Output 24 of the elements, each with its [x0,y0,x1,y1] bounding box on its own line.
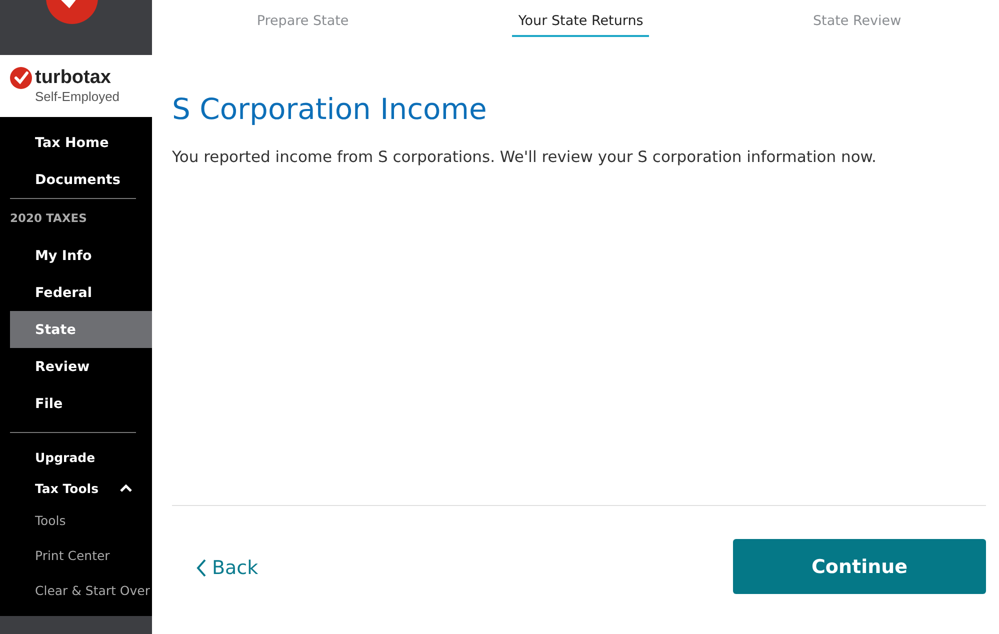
info-message: You reported income from S corporations. We'll review your S corporation information now. [172,148,878,166]
brand-name: turbotax [35,68,111,88]
sidebar-subitem[interactable]: Tools [0,503,152,538]
edition-label: Self-Employed [35,89,121,105]
sidebar-item[interactable]: Documents [10,161,152,198]
step-tab[interactable]: Your State Returns [512,12,650,37]
sidebar-item[interactable]: Review [10,348,152,385]
sidebar-item[interactable]: My Info [10,237,152,274]
sidebar-subitem[interactable]: Clear & Start Over [0,573,152,608]
upgrade-link[interactable]: Upgrade [0,441,152,473]
chevron-left-icon [196,559,206,577]
sidebar-item[interactable]: File [10,385,152,422]
back-button[interactable]: Back [172,553,264,583]
chevron-up-icon[interactable] [120,484,132,492]
sidebar-subitem[interactable]: Print Center [0,538,152,573]
sidebar-item[interactable]: Federal [10,274,152,311]
page-title: S Corporation Income [172,92,488,126]
tax-tools-toggle[interactable]: Tax Tools [0,480,99,496]
sidebar-item[interactable]: Tax Home [10,124,152,161]
checkmark-logo-icon [10,67,32,89]
checkmark-logo-icon [46,0,98,24]
continue-button[interactable]: Continue [733,539,986,594]
section-header: 2020 TAXES [9,210,88,227]
sidebar-item[interactable]: State [10,311,152,348]
